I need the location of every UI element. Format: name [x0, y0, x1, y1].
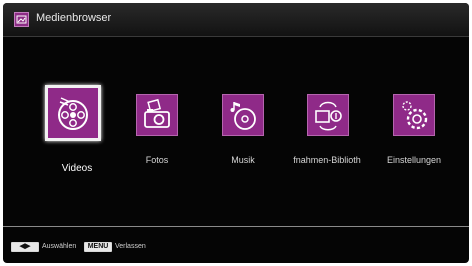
menu-item-fotos[interactable]: [136, 94, 178, 136]
film-reel-icon: [58, 97, 88, 130]
menu-label-musik: Musik: [231, 155, 255, 165]
menu-item-videos[interactable]: [45, 85, 101, 141]
music-disc-icon: [230, 102, 256, 130]
media-browser-icon: [14, 12, 29, 27]
menu-key-icon: MENU: [84, 242, 112, 252]
media-browser-screen: Medienbrowser Videos Fotos Musik fnahmen…: [3, 3, 469, 263]
footer-select-hint: Auswählen: [42, 243, 77, 250]
menu-label-videos: Videos: [61, 163, 93, 174]
page-title: Medienbrowser: [36, 12, 112, 24]
footer-divider: [3, 226, 469, 227]
menu-label-einstellungen: Einstellungen: [386, 155, 442, 165]
recordings-library-icon: [315, 101, 342, 131]
menu-item-einstellungen[interactable]: [393, 94, 435, 136]
footer-exit-hint: Verlassen: [115, 243, 146, 250]
menu-item-recordings-library[interactable]: [307, 94, 349, 136]
photo-camera-icon: [144, 98, 170, 128]
menu-label-recordings-library: fnahmen-Biblioth: [293, 155, 361, 165]
left-right-keys-icon: ◀▶: [11, 242, 39, 252]
settings-gear-icon: [402, 101, 428, 130]
menu-item-musik[interactable]: [222, 94, 264, 136]
title-bar: Medienbrowser: [3, 3, 469, 37]
menu-label-fotos: Fotos: [145, 155, 169, 165]
